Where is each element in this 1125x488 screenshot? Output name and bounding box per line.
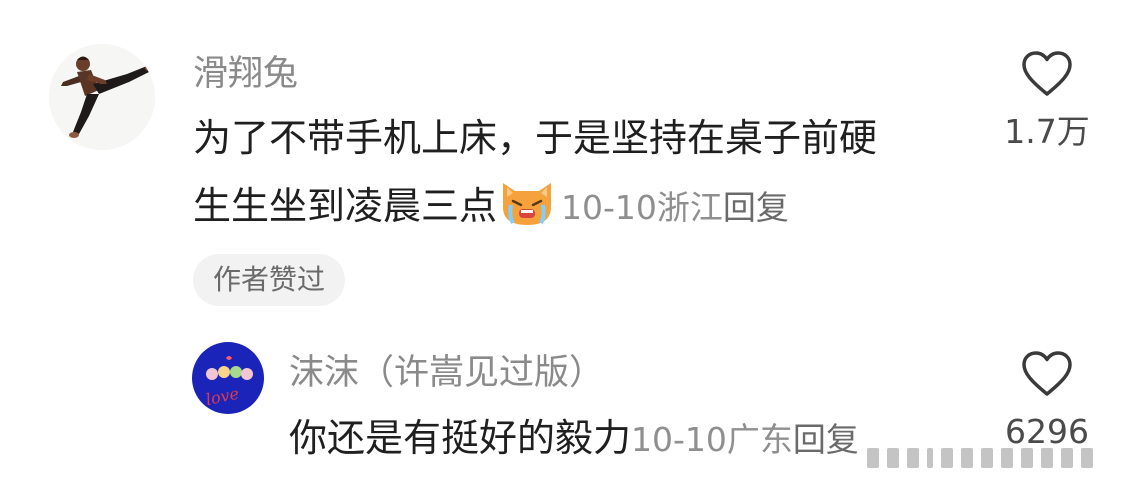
like-button[interactable]: 1.7万 <box>992 50 1102 152</box>
heart-icon <box>1022 51 1072 96</box>
crying-cat-emoji <box>503 183 552 225</box>
avatar[interactable] <box>49 44 155 150</box>
username[interactable]: 沫沫（许嵩见过版） <box>289 351 604 395</box>
comment-date: 10-10 <box>561 188 657 227</box>
kick-figure-image <box>49 44 155 150</box>
heart-icon <box>1022 351 1072 396</box>
username[interactable]: 滑翔兔 <box>193 52 298 96</box>
comment-text: 生生坐到凌晨三点 10-10浙江回复 <box>193 171 789 243</box>
comment-line: 为了不带手机上床，于是坚持在桌子前硬 <box>193 116 878 160</box>
comment-list: 滑翔兔 为了不带手机上床，于是坚持在桌子前硬 生生坐到凌晨三点 10-10浙江回… <box>0 0 1125 488</box>
comment-location: 广东 <box>726 420 793 459</box>
comment-text: 你还是有挺好的毅力10-10广东回复 <box>289 403 859 475</box>
comment-line: 你还是有挺好的毅力 <box>289 416 632 460</box>
like-count: 1.7万 <box>1004 112 1090 151</box>
reply-link[interactable]: 回复 <box>723 188 789 227</box>
author-liked-badge: 作者赞过 <box>193 254 346 306</box>
comment-date: 10-10 <box>631 420 727 459</box>
reply-link[interactable]: 回复 <box>793 420 859 459</box>
like-button[interactable]: 6296 <box>992 350 1102 452</box>
watermark <box>857 444 1117 472</box>
love-avatar-image: love <box>192 342 264 414</box>
comment-text: 为了不带手机上床，于是坚持在桌子前硬 <box>193 103 877 173</box>
avatar[interactable]: love <box>192 342 264 414</box>
comment-location: 浙江 <box>656 188 723 227</box>
comment-line: 生生坐到凌晨三点 <box>193 184 498 228</box>
